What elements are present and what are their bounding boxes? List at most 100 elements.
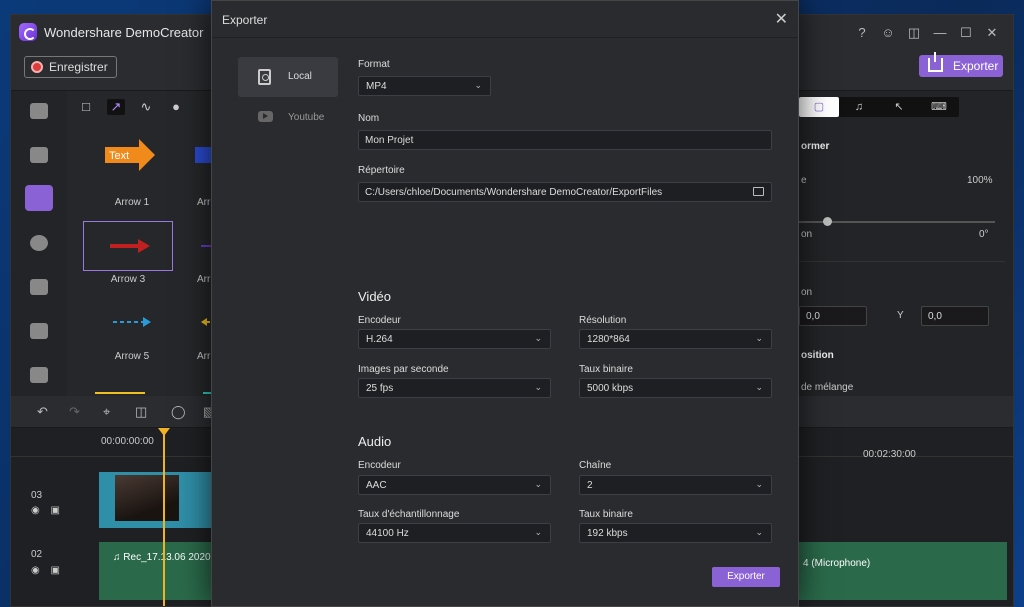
position-label: on <box>801 287 813 298</box>
sticker-icon[interactable] <box>30 235 48 251</box>
arrow-icon[interactable]: ↗ <box>107 99 125 115</box>
chevron-down-icon: ⌄ <box>534 333 542 343</box>
video-clip[interactable] <box>99 472 214 528</box>
chevron-down-icon: ⌄ <box>534 479 542 489</box>
chevron-down-icon: ⌄ <box>534 382 542 392</box>
position-x-input[interactable]: 0,0 <box>799 306 867 326</box>
resolution-value: 1280*864 <box>587 334 630 345</box>
record-label: Enregistrer <box>49 60 108 74</box>
text-icon[interactable] <box>30 147 48 163</box>
transition-icon[interactable] <box>30 279 48 295</box>
export-dialog: Exporter ✕ Local Youtube Format MP4 ⌄ No… <box>211 0 799 607</box>
chevron-down-icon: ⌄ <box>755 527 763 537</box>
video-encoder-select[interactable]: H.264 ⌄ <box>358 329 551 349</box>
redo-icon[interactable]: ↷ <box>69 404 80 420</box>
video-encoder-label: Encodeur <box>358 315 401 326</box>
transform-title: ormer <box>801 141 830 152</box>
annotation-icon[interactable] <box>25 185 53 211</box>
effects-icon[interactable] <box>30 323 48 339</box>
account-icon[interactable]: ☺ <box>875 23 901 43</box>
visibility-eye-icon[interactable]: ◉ <box>31 505 40 516</box>
arrow-1-thumbnail[interactable]: Text <box>87 131 177 181</box>
track-03-label: 03 <box>31 490 43 501</box>
audio-bitrate-label: Taux binaire <box>579 509 633 520</box>
export-button[interactable]: Exporter <box>712 567 780 587</box>
crop-icon[interactable]: ⌖ <box>103 404 110 420</box>
scale-slider[interactable] <box>799 217 995 226</box>
dialog-divider <box>212 37 798 38</box>
help-icon[interactable]: ? <box>849 23 875 43</box>
app-title: Wondershare DemoCreator <box>44 25 204 40</box>
directory-value: C:/Users/chloe/Documents/Wondershare Dem… <box>365 187 663 198</box>
files-icon[interactable] <box>30 103 48 119</box>
track-02-label: 02 <box>31 549 43 560</box>
circle-icon[interactable]: ● <box>167 99 185 115</box>
audio-clip[interactable]: ♫ Rec_17.13.06 20201 <box>99 542 214 600</box>
arrow-1-graphic: Text <box>105 139 155 171</box>
composite-title: osition <box>801 350 834 361</box>
fps-label: Images par seconde <box>358 364 449 375</box>
arrow-5-graphic <box>113 317 151 327</box>
playhead[interactable] <box>158 428 170 606</box>
position-y-input[interactable]: 0,0 <box>921 306 989 326</box>
audio-bitrate-select[interactable]: 192 kbps ⌄ <box>579 523 772 543</box>
format-value: MP4 <box>366 81 387 92</box>
name-label: Nom <box>358 113 380 124</box>
cart-icon[interactable]: ◫ <box>901 23 927 43</box>
sample-rate-value: 44100 Hz <box>366 528 409 539</box>
cursor-effects-icon[interactable] <box>30 367 48 383</box>
arrow-4-thumbnail[interactable] <box>187 221 211 271</box>
chevron-down-icon: ⌄ <box>534 527 542 537</box>
scale-value: 100% <box>967 175 993 186</box>
local-drive-icon <box>258 69 271 85</box>
youtube-icon <box>258 111 273 122</box>
arrow-4-label: Arr <box>197 274 211 285</box>
arrow-5-label: Arrow 5 <box>114 351 150 362</box>
video-clip-frame <box>115 475 179 521</box>
resolution-select[interactable]: 1280*864 ⌄ <box>579 329 772 349</box>
arrow-3-thumbnail[interactable] <box>83 221 173 271</box>
ruler-time-right: 00:02:30:00 <box>863 449 916 460</box>
nav-local[interactable]: Local <box>238 57 338 97</box>
sample-rate-select[interactable]: 44100 Hz ⌄ <box>358 523 551 543</box>
close-window-button[interactable]: ✕ <box>979 23 1005 43</box>
undo-icon[interactable]: ↶ <box>37 404 48 420</box>
arrow-2-thumbnail[interactable] <box>187 131 211 181</box>
name-input[interactable]: Mon Projet <box>358 130 772 150</box>
folder-icon[interactable] <box>753 187 764 196</box>
audio-icon[interactable]: ♫ <box>839 97 879 117</box>
minimize-button[interactable]: — <box>927 23 953 43</box>
comment-icon[interactable]: □ <box>77 99 95 115</box>
arrow-6-thumbnail[interactable] <box>187 297 211 347</box>
maximize-button[interactable]: ☐ <box>953 23 979 43</box>
fps-select[interactable]: 25 fps ⌄ <box>358 378 551 398</box>
arrow-1-label: Arrow 1 <box>114 197 150 208</box>
export-button-top[interactable]: Exporter <box>919 52 1003 77</box>
channel-select[interactable]: 2 ⌄ <box>579 475 772 495</box>
video-icon[interactable]: ▢ <box>799 97 839 117</box>
record-button[interactable]: Enregistrer <box>24 56 117 78</box>
audio-encoder-select[interactable]: AAC ⌄ <box>358 475 551 495</box>
ruler-start-time: 00:00:00:00 <box>101 436 154 447</box>
rotation-value: 0° <box>979 229 989 240</box>
video-bitrate-select[interactable]: 5000 kbps ⌄ <box>579 378 772 398</box>
lock-icon[interactable]: ▣ <box>51 565 60 576</box>
sample-rate-label: Taux d'échantillonnage <box>358 509 460 520</box>
video-bitrate-label: Taux binaire <box>579 364 633 375</box>
keyboard-icon[interactable]: ⌨ <box>919 97 959 117</box>
track-02-controls: ◉ ▣ <box>31 565 60 576</box>
visibility-eye-icon[interactable]: ◉ <box>31 565 40 576</box>
directory-input[interactable]: C:/Users/chloe/Documents/Wondershare Dem… <box>358 182 772 202</box>
nav-youtube[interactable]: Youtube <box>238 107 338 129</box>
dialog-close-icon[interactable]: ✕ <box>775 9 788 29</box>
cursor-icon[interactable]: ↖ <box>879 97 919 117</box>
audio-clip-right[interactable]: 4 (Microphone) <box>799 542 1007 600</box>
video-encoder-value: H.264 <box>366 334 393 345</box>
window-controls: ? ☺ ◫ — ☐ ✕ <box>849 23 1005 43</box>
arrow-5-thumbnail[interactable] <box>87 297 177 347</box>
marker-icon[interactable]: ◯ <box>171 404 186 420</box>
wave-icon[interactable]: ∿ <box>137 99 155 115</box>
lock-icon[interactable]: ▣ <box>51 505 60 516</box>
split-icon[interactable]: ◫ <box>135 404 147 420</box>
format-select[interactable]: MP4 ⌄ <box>358 76 491 96</box>
